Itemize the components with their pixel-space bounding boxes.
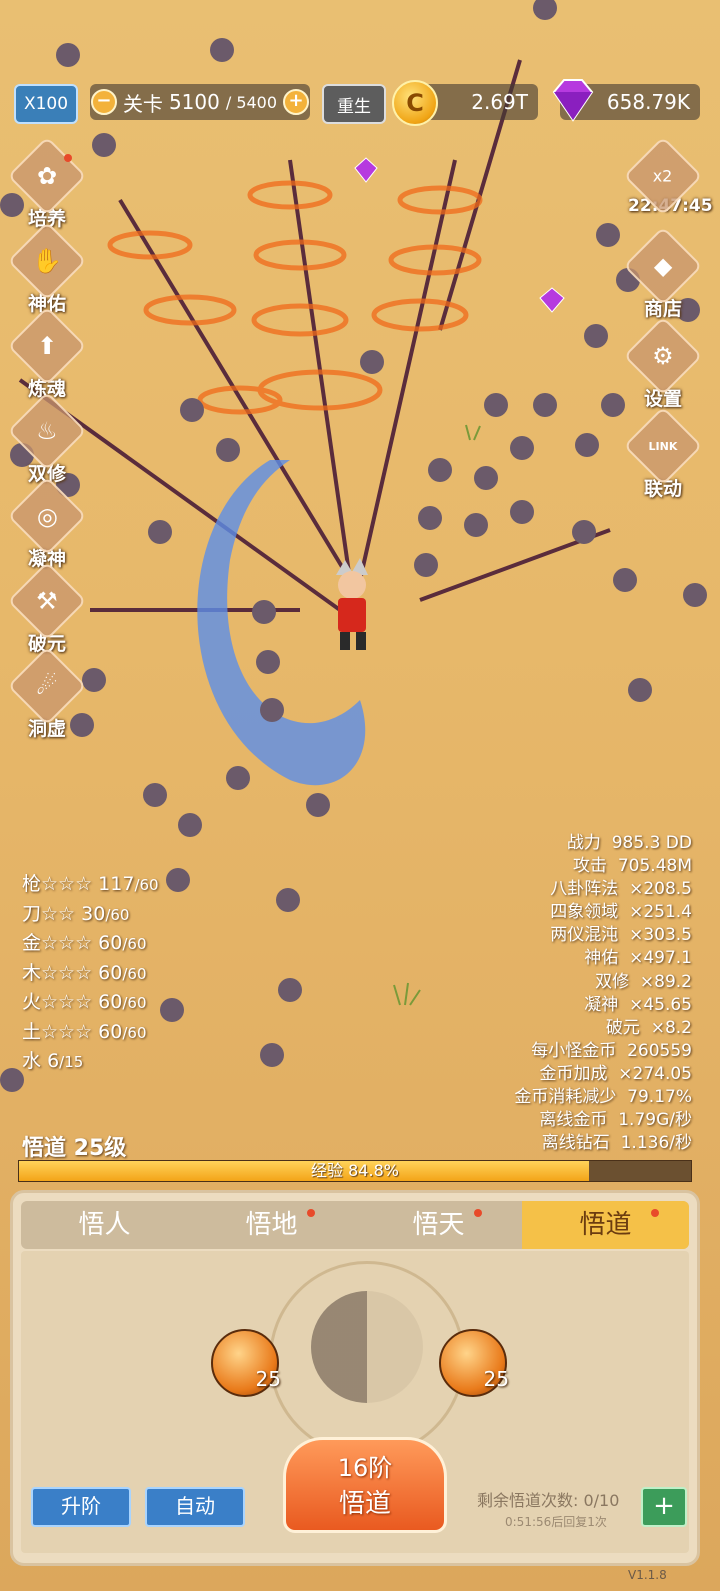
weapon-stat-row: 火☆☆☆ 60/60 bbox=[22, 991, 147, 1013]
menu-link[interactable]: LINK 联动 bbox=[623, 406, 703, 501]
stage-minus-button[interactable]: − bbox=[90, 89, 117, 115]
weapon-stat-row: 金☆☆☆ 60/60 bbox=[22, 932, 147, 954]
combat-stat-row: 战力 985.3 DD bbox=[566, 833, 692, 853]
weapon-stat-row: 土☆☆☆ 60/60 bbox=[22, 1020, 147, 1043]
menu-cultivate[interactable]: ✿ 培养 bbox=[7, 136, 87, 231]
menu-refine-soul[interactable]: ⬆ 炼魂 bbox=[7, 306, 87, 401]
combat-stat-row: 离线金币 1.79G/秒 bbox=[539, 1110, 692, 1131]
exp-label: 经验 84.8% bbox=[311, 1161, 399, 1180]
menu-break-origin[interactable]: ⚒ 破元 bbox=[7, 561, 87, 656]
menu-shop[interactable]: ◆ 商店 bbox=[623, 226, 703, 321]
panel-body: 25 25 16阶 悟道 升阶 自动 剩余悟道次数: 0/10 0:51:56后… bbox=[21, 1251, 689, 1553]
coin-icon: C bbox=[392, 80, 438, 126]
regen-timer: 0:51:56后回复1次 bbox=[505, 1515, 607, 1529]
combat-stat-row: 每小怪金币 260559 bbox=[531, 1040, 692, 1061]
notification-dot bbox=[474, 1209, 482, 1217]
boost-x2-button[interactable]: x2 22:47:45 bbox=[623, 136, 713, 216]
combat-stat-row: 两仪混沌 ×303.5 bbox=[550, 925, 692, 946]
menu-dual-cultivation[interactable]: ♨ 双修 bbox=[7, 391, 87, 486]
notification-dot bbox=[64, 154, 72, 162]
notification-dot bbox=[307, 1209, 315, 1217]
weapon-stats: 枪☆☆☆ 117/60 刀☆☆ 30/60 金☆☆☆ 60/60 木☆☆☆ 60… bbox=[22, 870, 159, 1077]
menu-settings[interactable]: ⚙ 设置 bbox=[623, 316, 703, 411]
tab-earth[interactable]: 悟地 bbox=[188, 1201, 355, 1249]
menu-blessing[interactable]: ✋ 神佑 bbox=[7, 221, 87, 316]
enlighten-label: 悟道 bbox=[338, 1489, 391, 1519]
gem-drops bbox=[354, 157, 565, 313]
orb-left-value: 25 bbox=[255, 1367, 281, 1391]
gem-icon bbox=[552, 79, 594, 122]
stage-total: / 5400 bbox=[225, 92, 278, 112]
combat-stats: 战力 985.3 DD 攻击 705.48M 八卦阵法 ×208.5 四象领域 … bbox=[514, 832, 692, 1155]
speed-multiplier-button[interactable]: X100 bbox=[14, 84, 78, 124]
tab-heaven[interactable]: 悟天 bbox=[355, 1201, 522, 1249]
stage-plus-button[interactable]: + bbox=[283, 89, 310, 115]
panel-tabs: 悟人 悟地 悟天 悟道 bbox=[21, 1201, 689, 1249]
weapon-stat-row: 水 6/15 bbox=[22, 1050, 84, 1072]
weapon-stat-row: 木☆☆☆ 60/60 bbox=[22, 961, 147, 984]
add-attempts-button[interactable]: + bbox=[641, 1487, 687, 1527]
combat-stat-row: 八卦阵法 ×208.5 bbox=[550, 879, 692, 900]
tab-human[interactable]: 悟人 bbox=[21, 1201, 188, 1249]
exp-bar: 经验 84.8% bbox=[18, 1160, 692, 1182]
auto-button[interactable]: 自动 bbox=[145, 1487, 245, 1527]
level-title: 悟道 25级 bbox=[22, 1136, 127, 1161]
menu-focus[interactable]: ◎ 凝神 bbox=[7, 476, 87, 571]
combat-stat-row: 攻击 705.48M bbox=[573, 856, 692, 877]
enlighten-stage: 16阶 bbox=[337, 1454, 393, 1482]
tab-dao[interactable]: 悟道 bbox=[522, 1201, 689, 1249]
stage-label: 关卡 bbox=[122, 91, 163, 116]
remaining-attempts: 剩余悟道次数: 0/10 bbox=[477, 1491, 620, 1510]
version-label: V1.1.8 bbox=[628, 1568, 667, 1582]
stage-indicator: − 关卡 5100 / 5400 + bbox=[90, 84, 310, 120]
enlightenment-panel: 悟人 悟地 悟天 悟道 25 25 16阶 悟道 升阶 自动 剩余悟道次数: 0… bbox=[10, 1190, 700, 1566]
notification-dot bbox=[651, 1209, 659, 1217]
combat-stat-row: 四象领域 ×251.4 bbox=[550, 902, 692, 923]
combat-stat-row: 破元 ×8.2 bbox=[605, 1017, 692, 1038]
hero bbox=[336, 558, 368, 650]
yin-yang-icon bbox=[311, 1291, 423, 1403]
menu-void[interactable]: ☄ 洞虚 bbox=[7, 646, 87, 741]
orb-right-value: 25 bbox=[483, 1367, 509, 1391]
upgrade-button[interactable]: 升阶 bbox=[31, 1487, 131, 1527]
orb-right-icon: 25 bbox=[439, 1329, 509, 1397]
enlighten-button[interactable]: 16阶 悟道 bbox=[283, 1437, 447, 1533]
combat-stat-row: 金币消耗减少 79.17% bbox=[514, 1087, 692, 1108]
stage-current: 5100 bbox=[168, 90, 220, 114]
combat-stat-row: 金币加成 ×274.05 bbox=[539, 1063, 692, 1084]
combat-stat-row: 离线钻石 1.136/秒 bbox=[541, 1133, 692, 1154]
weapon-stat-row: 刀☆☆ 30/60 bbox=[22, 902, 130, 925]
combat-stat-row: 双修 ×89.2 bbox=[595, 971, 692, 992]
orb-left-icon: 25 bbox=[211, 1329, 281, 1397]
weapon-stat-row: 枪☆☆☆ 117/60 bbox=[22, 873, 159, 895]
combat-stat-row: 神佑 ×497.1 bbox=[584, 948, 692, 969]
combat-stat-row: 凝神 ×45.65 bbox=[584, 994, 692, 1015]
rebirth-button[interactable]: 重生 bbox=[322, 84, 386, 124]
